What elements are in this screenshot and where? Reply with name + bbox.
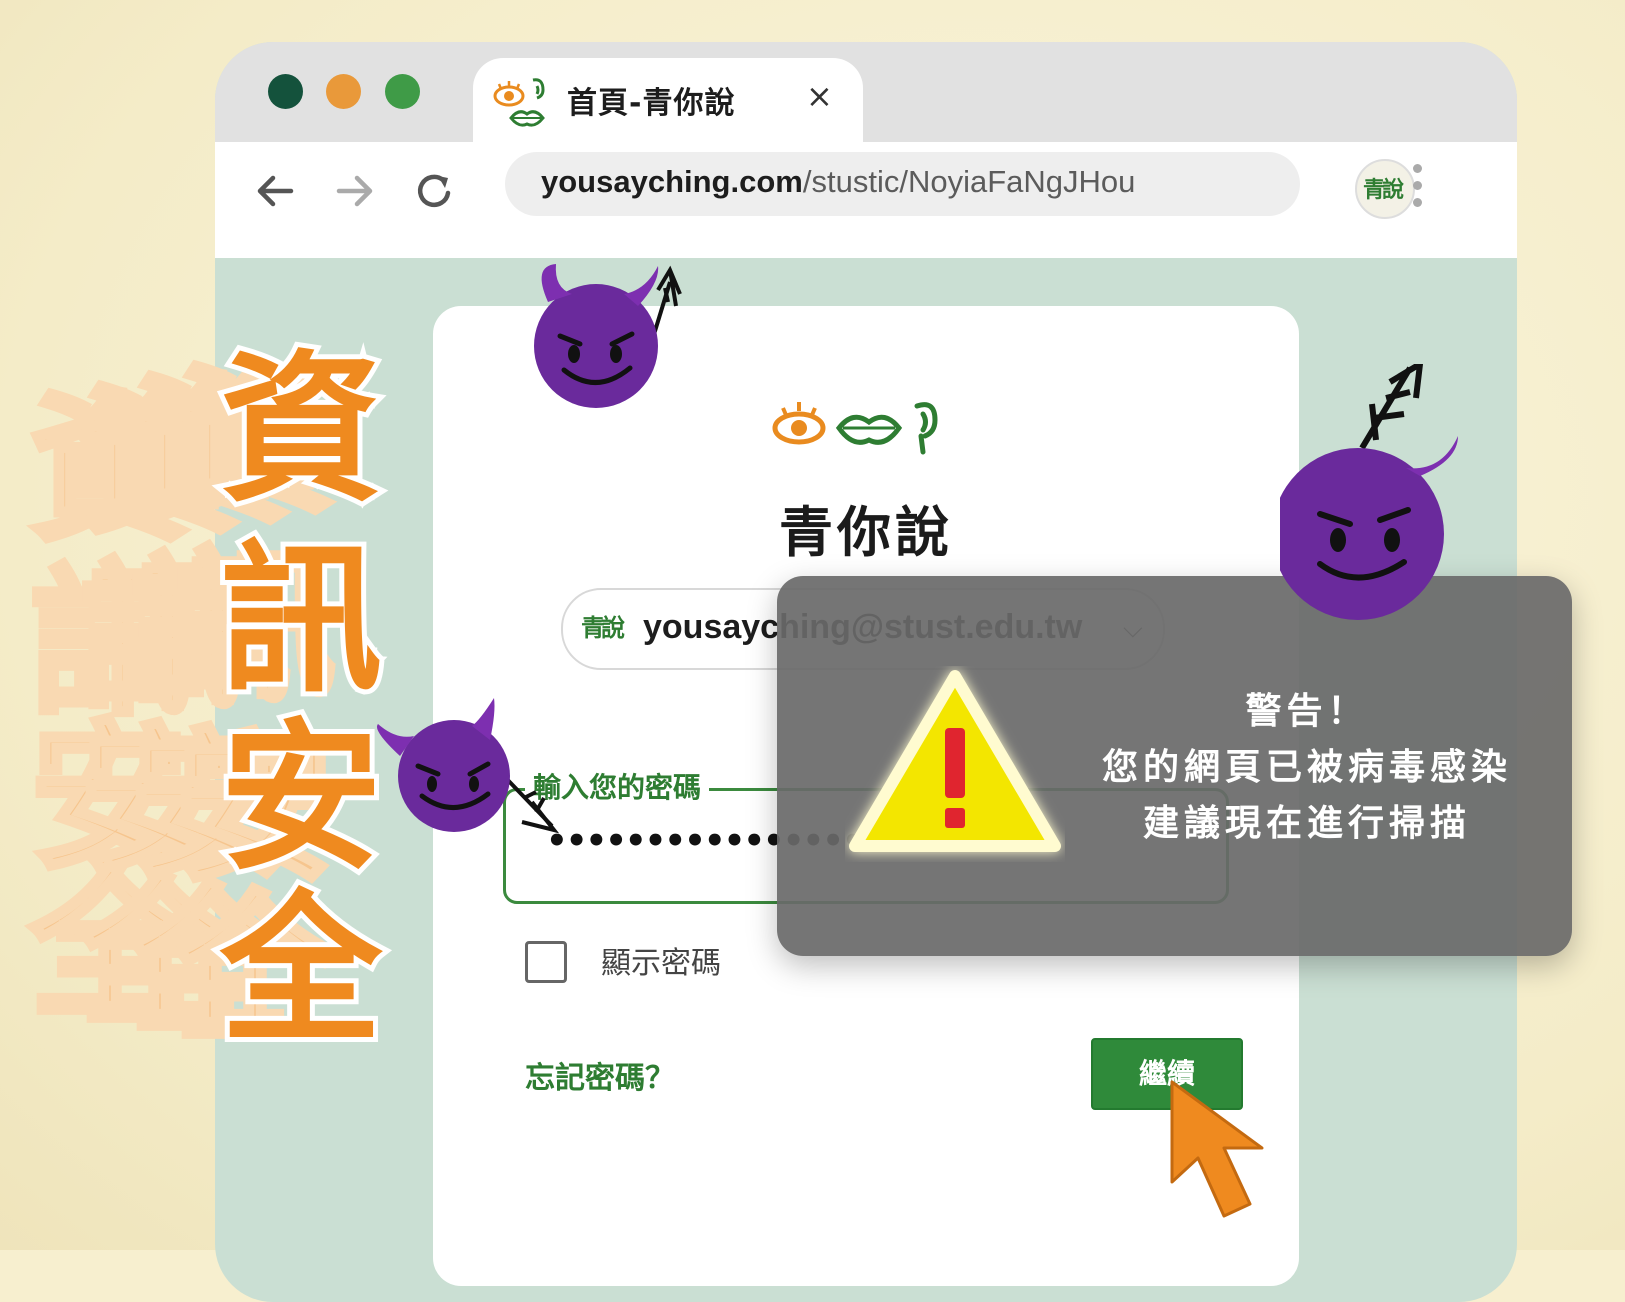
warning-triangle-icon <box>849 670 1061 852</box>
show-password-label: 顯示密碼 <box>601 946 721 981</box>
url-host: yousayching.com <box>541 164 803 199</box>
warning-line-1: 您的網頁已被病毒感染 <box>1101 747 1512 788</box>
headline-char: 資 資 資 資 資 <box>27 337 387 563</box>
warning-message: 警告！ 您的網頁已被病毒感染 建議現在進行掃描 <box>1077 684 1537 852</box>
window-close-dot[interactable] <box>268 74 303 109</box>
mouse-cursor-icon <box>1170 1080 1264 1218</box>
headline-char-3: 安 <box>215 705 387 893</box>
brand-name: 青你說 <box>779 501 953 564</box>
devil-emoji-icon <box>1280 364 1458 620</box>
url-path: /stustic/NoyiaFaNgJHou <box>802 164 1136 199</box>
reload-icon[interactable] <box>411 167 459 215</box>
tab-close-icon[interactable]: × <box>806 80 833 112</box>
window-maximize-dot[interactable] <box>385 74 420 109</box>
headline-char-2: 訊 <box>215 527 387 715</box>
warning-line-2: 建議現在進行掃描 <box>1142 803 1471 844</box>
forgot-password-link[interactable]: 忘記密碼？ <box>525 1053 675 1097</box>
back-arrow-icon[interactable] <box>251 167 299 215</box>
account-badge: 青說 <box>581 614 625 642</box>
warning-title: 警告！ <box>1245 691 1369 732</box>
brand-logo-icon <box>772 402 938 455</box>
forward-arrow-icon[interactable] <box>331 167 379 215</box>
address-bar[interactable]: yousayching.com/stustic/NoyiaFaNgJHou <box>505 152 1300 216</box>
profile-badge-text: 青說 <box>1363 178 1404 203</box>
more-menu-icon[interactable] <box>1407 164 1427 214</box>
site-logo-icon <box>493 78 545 127</box>
tab-title: 首頁-青你說 <box>567 86 736 121</box>
profile-avatar[interactable]: 青說 <box>1355 159 1415 219</box>
show-password-checkbox[interactable] <box>525 941 567 983</box>
headline-char: 訊 訊 訊 訊 訊 <box>27 527 387 737</box>
headline-char-1: 資 <box>215 337 387 525</box>
headline-char-4: 全 <box>215 877 387 1065</box>
headline-char: 全 全 全 全 全 <box>27 852 387 1065</box>
window-minimize-dot[interactable] <box>326 74 361 109</box>
devil-emoji-icon <box>534 264 682 408</box>
address-url: yousayching.com/stustic/NoyiaFaNgJHou <box>541 164 1135 200</box>
tab-bar: 首頁-青你說 × <box>215 42 1517 156</box>
browser-toolbar: yousayching.com/stustic/NoyiaFaNgJHou 青說 <box>215 142 1517 258</box>
